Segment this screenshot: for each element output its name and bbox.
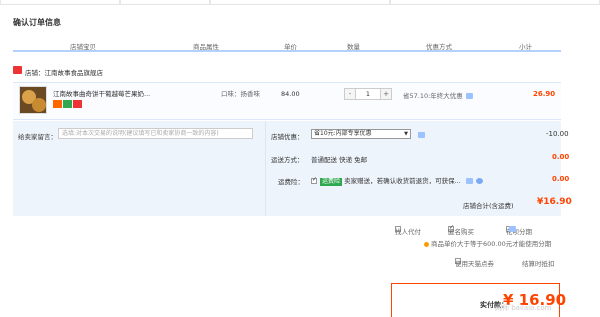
dropdown-arrow-icon: ▼ xyxy=(404,131,408,137)
order-item-row: 江南故事曲奇饼干葡越莓芒果奶... 口味：扬香味 84.00 - 1 + 省57… xyxy=(13,82,561,120)
tmall-points-label: 使用天猫点券 xyxy=(455,260,494,268)
service-icons xyxy=(53,100,83,110)
tmall-shop-icon xyxy=(13,66,22,74)
shop-total: 店铺合计(含运费) ¥16.90 xyxy=(13,190,572,216)
product-attribute: 口味：扬香味 xyxy=(221,90,260,98)
top-edge xyxy=(0,0,600,5)
shop-discount-label: 店铺优惠： xyxy=(271,133,304,141)
chat-icon[interactable] xyxy=(465,93,473,99)
shipping-label: 运送方式： xyxy=(271,156,304,164)
item-subtotal: 26.90 xyxy=(533,90,556,98)
shop-name[interactable]: 店铺：江南故事食品旗舰店 xyxy=(25,67,103,77)
points-deduct-text: 结算时抵扣 xyxy=(522,260,555,268)
insurance-tag: 运费险 xyxy=(320,178,343,186)
unit-price: 84.00 xyxy=(281,90,300,98)
col-price: 单价 xyxy=(284,43,297,51)
shop-discount-value: 省10元:内部专享优惠 xyxy=(314,130,372,137)
insurance-amount: 0.00 xyxy=(552,175,570,183)
anonymous-label: 匿名购买 xyxy=(448,228,474,236)
table-header: 店铺宝贝 商品属性 单价 数量 优惠方式 小计 xyxy=(13,38,561,52)
installment-tip-text: 商品单价大于等于600.00元才能使用分期 xyxy=(431,240,552,248)
quantity-stepper: - 1 + xyxy=(344,88,392,100)
col-shop-item: 店铺宝贝 xyxy=(70,43,96,51)
promo-label: 省57.10:年终大优惠 xyxy=(403,92,463,100)
installment-tip: 商品单价大于等于600.00元才能使用分期 xyxy=(424,238,551,248)
guarantee-icon xyxy=(63,100,72,108)
credit-card-icon xyxy=(73,100,82,108)
col-quantity: 数量 xyxy=(347,43,360,51)
col-subtotal: 小计 xyxy=(519,43,532,51)
shipping-amount: 0.00 xyxy=(552,153,570,161)
col-promo: 优惠方式 xyxy=(426,43,452,51)
shop-total-label: 店铺合计(含运费) xyxy=(463,202,514,210)
message-label: 给卖家留言： xyxy=(18,133,57,141)
page-title: 确认订单信息 xyxy=(13,18,61,27)
product-name[interactable]: 江南故事曲奇饼干葡越莓芒果奶... xyxy=(53,88,150,98)
chat-icon[interactable] xyxy=(509,226,516,232)
tip-icon xyxy=(424,241,429,247)
message-input[interactable]: 选填:对本次交易的说明(建议填写已和卖家协商一致的内容) xyxy=(58,128,253,139)
service-badge-icon xyxy=(53,100,62,108)
quantity-input[interactable]: 1 xyxy=(356,89,380,99)
proxy-pay-label: 找人代付 xyxy=(395,228,421,236)
increase-button[interactable]: + xyxy=(380,89,391,99)
help-icon[interactable] xyxy=(475,178,483,184)
chat-icon[interactable] xyxy=(418,132,425,138)
insurance-row: 运费险 卖家赠送，若确认收货前退货，可获保... xyxy=(311,175,483,186)
promo-text: 省57.10:年终大优惠 xyxy=(403,90,473,100)
product-thumbnail[interactable] xyxy=(19,86,47,114)
shipping-method: 普通配送 快递 免邮 xyxy=(311,156,368,164)
shop-discount-select[interactable]: 省10元:内部专享优惠 ▼ xyxy=(311,129,411,139)
chat-icon[interactable] xyxy=(465,178,473,184)
insurance-text: 卖家赠送，若确认收货前退货，可获保... xyxy=(344,177,461,185)
insurance-label: 运费险： xyxy=(278,178,304,186)
decrease-button[interactable]: - xyxy=(345,89,356,99)
shop-discount-amount: -10.00 xyxy=(546,130,569,138)
col-attribute: 商品属性 xyxy=(193,43,219,51)
insurance-checkbox[interactable] xyxy=(311,176,317,184)
shop-total-amount: ¥16.90 xyxy=(537,197,572,207)
watermark: 网师 bailaio.com xyxy=(495,304,552,312)
